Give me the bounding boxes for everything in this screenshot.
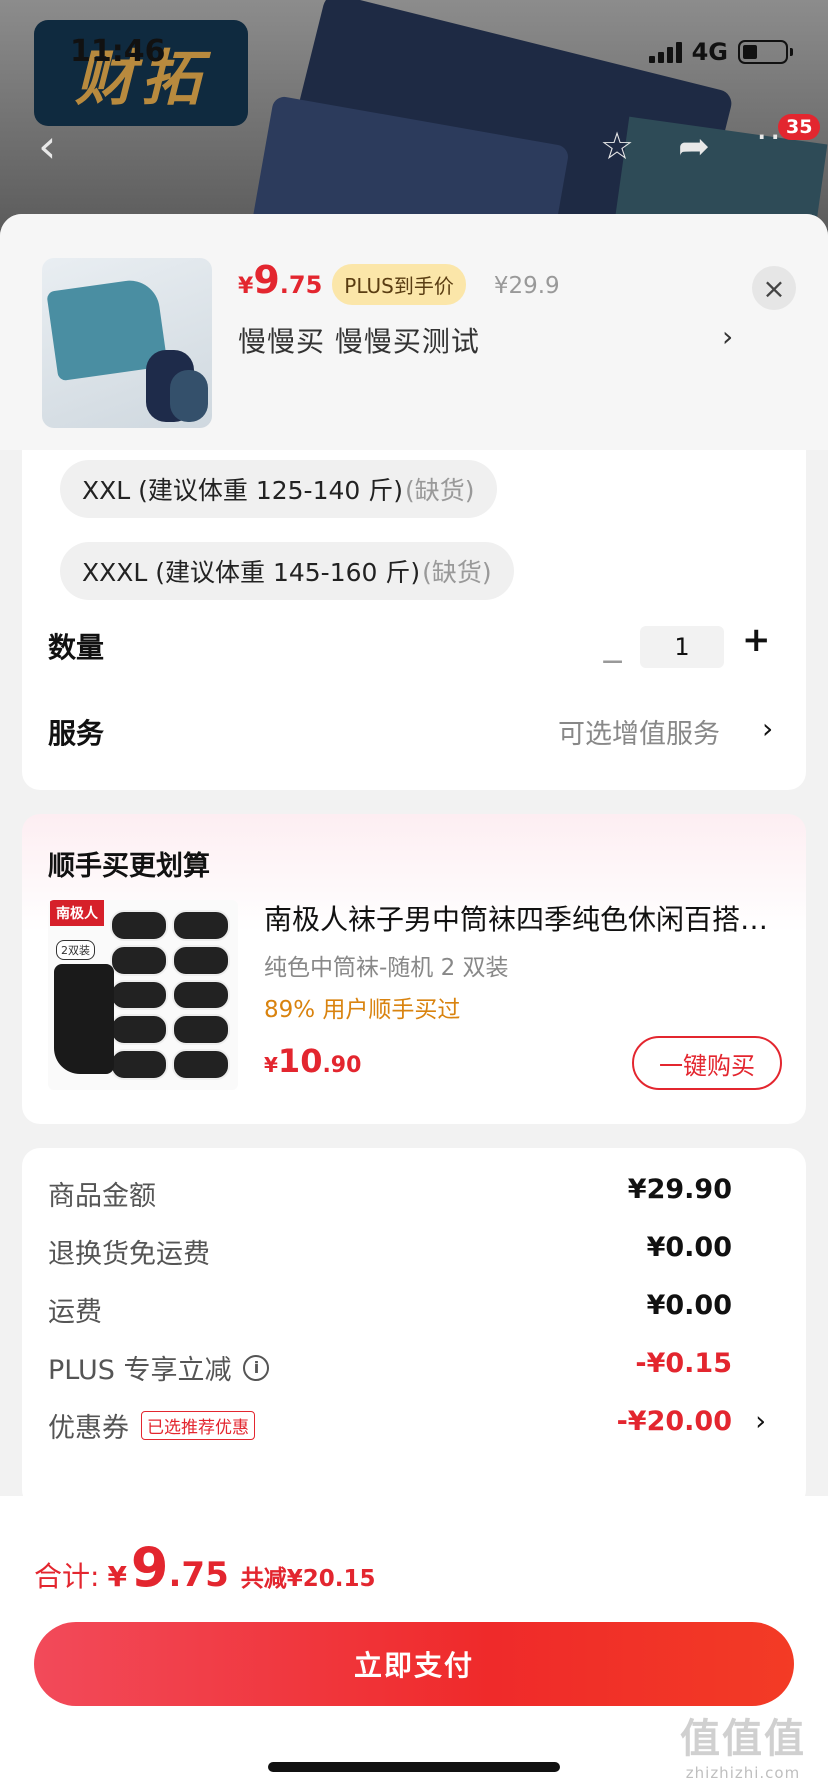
upsell-product-image[interactable]: 南极人 2双装	[48, 900, 238, 1090]
out-of-stock-label: (缺货)	[404, 476, 475, 505]
service-label: 服务	[48, 717, 105, 750]
status-indicators: 4G	[648, 38, 793, 66]
home-indicator	[268, 1762, 560, 1772]
star-icon[interactable]: ☆	[600, 126, 634, 166]
current-price: ¥9.75	[238, 258, 323, 302]
upsell-product-name[interactable]: 南极人袜子男中筒袜四季纯色休闲百搭运动	[264, 898, 784, 938]
one-click-buy-button[interactable]: 一键购买	[632, 1036, 782, 1090]
battery-icon	[738, 40, 793, 64]
summary-row-shipping: 运费 ¥0.00	[48, 1290, 788, 1330]
summary-row-plus-discount: PLUS 专享立减 i -¥0.15	[48, 1348, 788, 1388]
summary-value: ¥29.90	[627, 1174, 732, 1205]
summary-label: 退换货免运费	[48, 1239, 210, 1270]
share-icon[interactable]: ➦	[678, 126, 710, 166]
chevron-right-icon[interactable]: ›	[722, 320, 733, 353]
summary-value: ¥0.00	[646, 1290, 732, 1321]
total-amount-dec: .75	[168, 1555, 229, 1595]
price-summary-card: 商品金额 ¥29.90 退换货免运费 ¥0.00 运费 ¥0.00 PLUS 专…	[22, 1148, 806, 1508]
quantity-decrease-button[interactable]: −	[600, 644, 625, 679]
summary-label-text: PLUS 专享立减	[48, 1355, 232, 1386]
coupon-tag: 已选推荐优惠	[141, 1411, 255, 1440]
back-arrow-icon[interactable]: ‹	[38, 123, 56, 169]
total-line: 合计: ¥ 9 .75 共减¥20.15	[34, 1536, 376, 1599]
summary-label: 商品金额	[48, 1181, 156, 1212]
network-type: 4G	[691, 38, 728, 66]
summary-row-return-shipping: 退换货免运费 ¥0.00	[48, 1232, 788, 1272]
upsell-card: 顺手买更划算 南极人 2双装 南极人袜子男中筒袜四季纯色休闲百搭运动 纯色中筒袜…	[22, 814, 806, 1124]
size-option-label: XXXL (建议体重 145-160 斤)	[82, 558, 421, 587]
selected-variant[interactable]: 慢慢买 慢慢买测试	[238, 320, 480, 360]
chevron-right-icon[interactable]: ›	[762, 712, 773, 745]
total-amount-int: 9	[130, 1536, 169, 1599]
quantity-increase-button[interactable]: +	[742, 620, 771, 660]
summary-label: PLUS 专享立减 i	[48, 1348, 270, 1387]
brand-label: 南极人	[50, 900, 104, 926]
chevron-right-icon[interactable]: ›	[755, 1406, 766, 1437]
pack-size-tag: 2双装	[56, 940, 95, 960]
product-thumbnail[interactable]	[42, 258, 212, 428]
status-time: 11:46	[70, 34, 166, 69]
upsell-product-spec: 纯色中筒袜-随机 2 双装	[264, 955, 509, 981]
total-currency: ¥	[107, 1560, 127, 1593]
spec-card: XXL (建议体重 125-140 斤) (缺货) XXXL (建议体重 145-…	[22, 450, 806, 790]
service-selector[interactable]: 可选增值服务	[558, 712, 720, 751]
summary-value: -¥0.15	[635, 1348, 732, 1379]
total-label: 合计:	[34, 1560, 100, 1593]
summary-label: 优惠券 已选推荐优惠	[48, 1406, 255, 1445]
upsell-buy-rate: 89% 用户顺手买过	[264, 997, 461, 1023]
size-option-xxxl[interactable]: XXXL (建议体重 145-160 斤) (缺货)	[60, 542, 514, 600]
info-icon[interactable]: i	[243, 1354, 270, 1381]
sheet-header: ¥9.75 PLUS到手价 ¥29.9 慢慢买 慢慢买测试 › ×	[0, 214, 828, 450]
quantity-label: 数量	[48, 631, 105, 664]
out-of-stock-label: (缺货)	[422, 558, 492, 587]
summary-value: ¥0.00	[646, 1232, 732, 1263]
upsell-title: 顺手买更划算	[48, 851, 210, 882]
quantity-input[interactable]: 1	[640, 626, 724, 668]
size-option-xxl[interactable]: XXL (建议体重 125-140 斤) (缺货)	[60, 460, 497, 518]
signal-icon	[648, 41, 682, 63]
watermark: 值值值 zhizhizhi.com	[680, 1716, 806, 1782]
summary-row-subtotal: 商品金额 ¥29.90	[48, 1174, 788, 1214]
upsell-price: ¥10.90	[264, 1042, 362, 1080]
summary-label-text: 优惠券	[48, 1413, 129, 1444]
message-count-badge: 35	[778, 114, 821, 140]
original-price: ¥29.9	[493, 273, 560, 299]
price-row: ¥9.75 PLUS到手价 ¥29.9	[238, 258, 560, 305]
summary-value: -¥20.00	[616, 1406, 732, 1437]
total-saved: 共减¥20.15	[240, 1566, 376, 1592]
plus-price-tag: PLUS到手价	[332, 264, 466, 305]
pay-now-button[interactable]: 立即支付	[34, 1622, 794, 1706]
summary-row-coupon[interactable]: 优惠券 已选推荐优惠 -¥20.00 ›	[48, 1406, 788, 1446]
close-icon[interactable]: ×	[752, 266, 796, 310]
summary-label: 运费	[48, 1297, 102, 1328]
checkout-bar: 合计: ¥ 9 .75 共减¥20.15 立即支付 值值值 zhizhizhi.…	[0, 1496, 828, 1792]
size-option-label: XXL (建议体重 125-140 斤)	[82, 476, 403, 505]
